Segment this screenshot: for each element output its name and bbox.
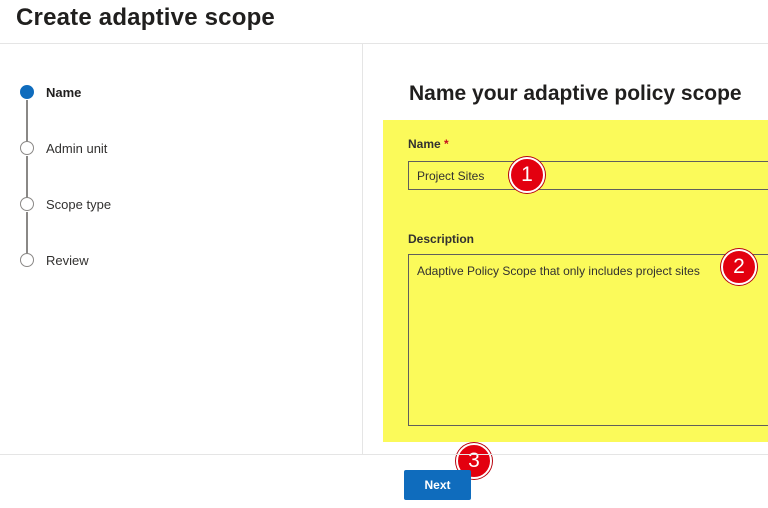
step-connector: [26, 156, 28, 198]
description-input[interactable]: Adaptive Policy Scope that only includes…: [408, 254, 768, 426]
step-connector: [26, 100, 28, 142]
step-current-icon: [20, 85, 34, 99]
step-connector: [26, 212, 28, 254]
next-button[interactable]: Next: [404, 470, 471, 500]
step-label: Name: [46, 84, 82, 100]
step-name[interactable]: Name: [20, 82, 81, 102]
callout-marker-1: 1: [509, 157, 545, 193]
step-pending-icon: [20, 141, 34, 155]
step-label: Admin unit: [46, 140, 108, 156]
page-title: Create adaptive scope: [16, 4, 275, 31]
step-scope-type[interactable]: Scope type: [20, 194, 111, 214]
footer-divider: [0, 454, 768, 455]
name-field-label: Name *: [408, 137, 449, 151]
create-adaptive-scope-page: Create adaptive scope Name Admin unit Sc…: [0, 0, 768, 508]
step-pending-icon: [20, 253, 34, 267]
form-title: Name your adaptive policy scope: [409, 82, 742, 105]
step-pending-icon: [20, 197, 34, 211]
callout-marker-2: 2: [721, 249, 757, 285]
name-input[interactable]: [408, 161, 768, 190]
required-marker: *: [444, 137, 449, 151]
step-review[interactable]: Review: [20, 250, 89, 270]
header: Create adaptive scope: [0, 0, 768, 44]
step-label: Review: [46, 252, 89, 268]
step-admin-unit[interactable]: Admin unit: [20, 138, 107, 158]
wizard-stepper: Name Admin unit Scope type Review: [0, 44, 363, 454]
description-field-label: Description: [408, 232, 475, 246]
step-label: Scope type: [46, 196, 112, 212]
name-label-text: Name: [408, 137, 441, 151]
